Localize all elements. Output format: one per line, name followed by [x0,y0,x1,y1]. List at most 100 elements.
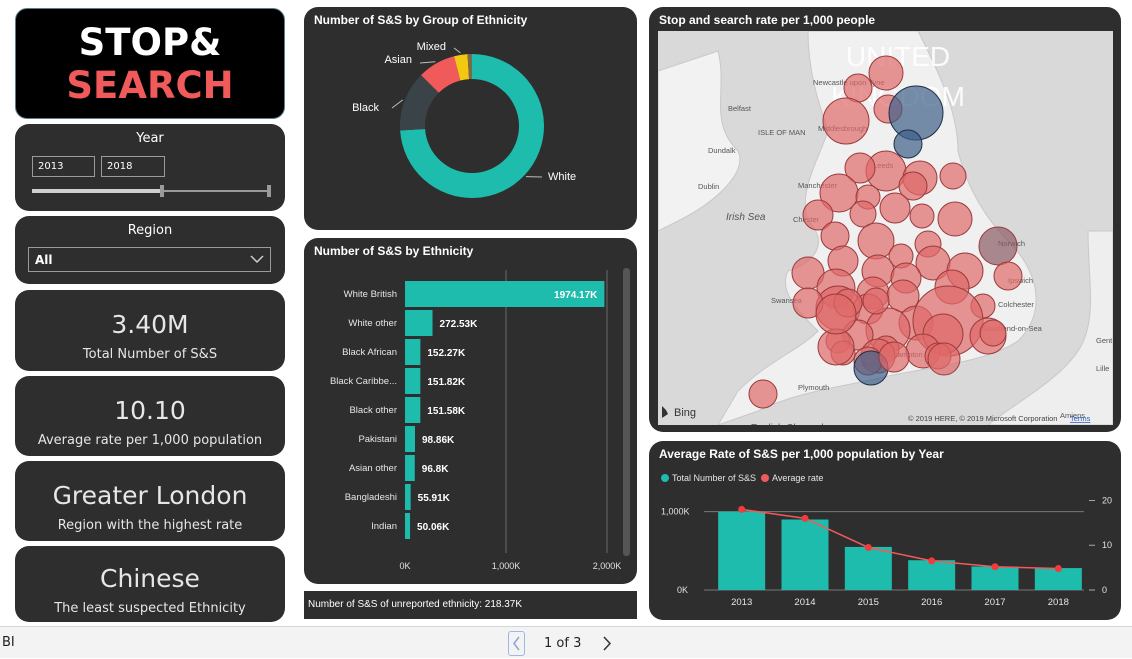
donut-card: Number of S&S by Group of Ethnicity Whit… [304,7,637,230]
map-copyright: © 2019 HERE, © 2019 Microsoft Corporatio… [908,414,1057,423]
kpi-ethnicity-card: Chinese The least suspected Ethnicity [15,546,285,622]
map-view[interactable]: UNITEDKINGDOMNewcastle upon TyneBelfastI… [658,31,1113,425]
unreported-label: Number of S&S of unreported ethnicity: [308,599,482,610]
bar-2 [405,339,420,365]
unreported-footer: Number of S&S of unreported ethnicity: 2… [304,591,637,619]
combo-x-tick: 2018 [1048,597,1069,608]
combo-y2-tick: 0 [1102,585,1107,595]
ethnicity-bar-card: Number of S&S by Ethnicity 0K1,000K2,000… [304,238,637,584]
map-bubble [979,227,1017,265]
donut-leader-black [392,100,403,108]
combo-x-tick: 2014 [794,597,815,608]
map-bubble [994,262,1022,290]
combo-x-tick: 2015 [858,597,879,608]
map-place-label: Dublin [698,182,719,191]
combo-rate-point [802,515,809,522]
bar-data-label: 152.27K [427,348,466,359]
map-place-label: Dundalk [708,146,736,155]
combo-y-tick: 1,000K [661,507,690,517]
page-navigation-bar: BI 1 of 3 [0,626,1132,658]
combo-rate-point [928,557,935,564]
map-bubble [863,288,889,314]
bar-data-label: 96.8K [422,464,449,475]
map-bubble [858,223,894,259]
year-slider-handle-end[interactable] [267,185,271,197]
kpi-ethnicity-value: Chinese [15,564,285,593]
bar-category-label: White other [348,318,397,329]
map-bubble [938,202,972,236]
bar-data-label: 98.86K [422,435,455,446]
map-place-label: Belfast [728,104,752,113]
page-indicator: 1 of 3 [544,636,581,651]
bar-data-label: 151.58K [427,406,466,417]
map-place-label: Gent [1096,336,1113,345]
region-slicer: Region All [15,216,285,284]
bar-4 [405,397,420,423]
combo-x-tick: 2016 [921,597,942,608]
map-bubble [880,193,910,223]
map-terms-link: Terms [1070,414,1091,423]
bar-category-label: Bangladeshi [345,492,397,503]
bar-7 [405,484,411,510]
app-label: BI [2,635,15,650]
unreported-value: 218.37K [485,599,522,610]
year-slicer-title: Year [15,131,285,146]
combo-bar-2013 [718,512,765,590]
kpi-total-label: Total Number of S&S [15,347,285,362]
combo-y2-tick: 10 [1102,540,1112,550]
legend-swatch [761,474,769,482]
legend-label: Total Number of S&S [672,473,756,483]
map-bubble [894,130,922,158]
map-bubble [823,98,869,144]
region-dropdown-value: All [35,253,53,267]
map-title: Stop and search rate per 1,000 people [659,13,875,27]
bar-category-label: Black African [342,347,397,358]
bar-category-label: Black Caribbe... [330,376,397,387]
kpi-region-label: Region with the highest rate [15,518,285,533]
year-slicer: Year 2013 2018 [15,124,285,211]
bar-category-label: Asian other [349,463,397,474]
kpi-region-card: Greater London Region with the highest r… [15,461,285,541]
year-to-input[interactable]: 2018 [101,156,165,177]
combo-bar-2014 [782,520,829,591]
chevron-right-icon [599,632,616,655]
map-bubble [910,204,934,228]
combo-rate-point [992,563,999,570]
combo-chart: Total Number of S&SAverage rate1,000K0K0… [649,441,1121,620]
bar-category-label: White British [344,289,397,300]
bar-x-tick: 1,000K [492,561,521,571]
kpi-rate-label: Average rate per 1,000 population [15,433,285,448]
logo-card: STOP& SEARCH [15,8,285,119]
bar-3 [405,368,420,394]
bar-6 [405,455,415,481]
bar-5 [405,426,415,452]
donut-label-white: White [548,171,576,183]
next-page-button[interactable] [599,632,616,655]
bar-x-tick: 2,000K [593,561,622,571]
bar-8 [405,513,410,539]
donut-label-mixed: Mixed [417,41,446,53]
kpi-total-value: 3.40M [15,310,285,339]
donut-leader-asian [420,62,435,63]
combo-bar-2016 [908,560,955,590]
bar-scrollbar[interactable] [623,268,630,556]
year-from-input[interactable]: 2013 [32,156,95,177]
year-slider-handle-start[interactable] [160,185,164,197]
kpi-rate-card: 10.10 Average rate per 1,000 population [15,376,285,456]
kpi-total-card: 3.40M Total Number of S&S [15,290,285,371]
chevron-left-icon [509,632,524,655]
map-place-label: English Channel [750,423,824,425]
map-bubble [980,320,1006,346]
map-bubble [940,163,966,189]
combo-card: Average Rate of S&S per 1,000 population… [649,441,1121,620]
combo-x-tick: 2013 [731,597,752,608]
map-bubble [816,294,856,334]
donut-label-asian: Asian [384,54,412,66]
bar-data-label: 50.06K [417,522,450,533]
bar-category-label: Pakistani [358,434,397,445]
legend-label: Average rate [772,473,823,483]
combo-y2-tick: 20 [1102,495,1112,505]
map-bubble [928,343,960,375]
region-dropdown[interactable]: All [28,247,271,272]
prev-page-button[interactable] [508,631,525,656]
